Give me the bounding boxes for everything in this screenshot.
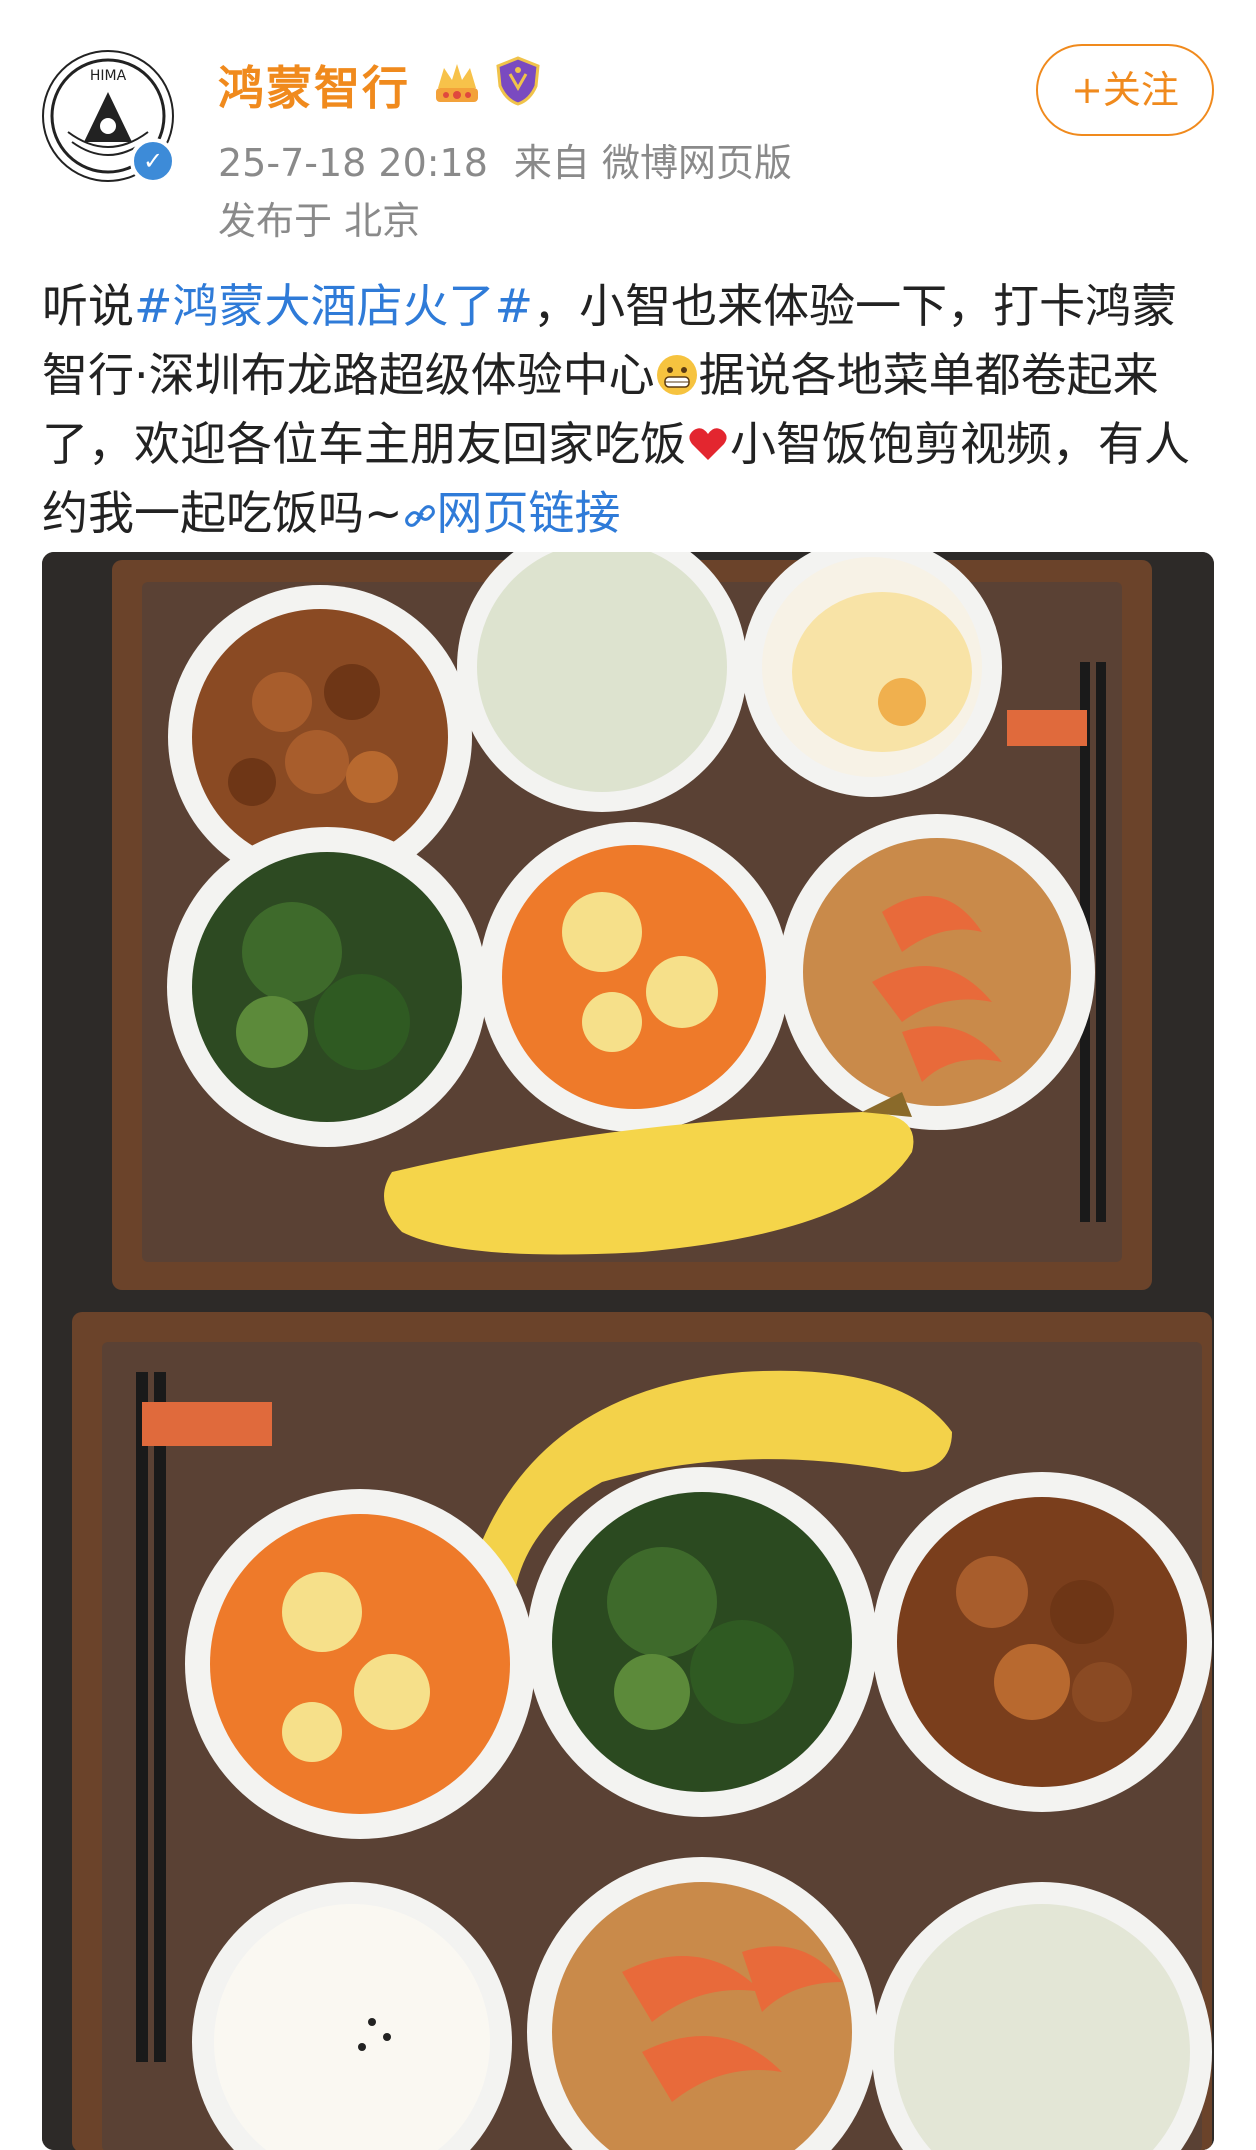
crown-badge-icon[interactable]	[432, 58, 482, 106]
grin-emoji-icon	[656, 355, 697, 395]
topic-link[interactable]: #鸿蒙大酒店火了#	[134, 279, 533, 333]
food-trays-photo	[42, 552, 1214, 2150]
verified-check-icon: ✓	[130, 138, 176, 184]
post-body: 听说#鸿蒙大酒店火了#，小智也来体验一下，打卡鸿蒙智行·深圳布龙路超级体验中心据…	[42, 272, 1222, 548]
post-timestamp: 25-7-18 20:18	[218, 141, 488, 185]
post-location: 发布于 北京	[218, 199, 421, 243]
web-link[interactable]: 网页链接	[403, 486, 621, 540]
post-text-1: 听说	[42, 279, 134, 333]
avatar-logo-text: HIMA	[90, 68, 127, 84]
web-link-label: 网页链接	[436, 486, 621, 540]
shield-badge-icon[interactable]	[494, 56, 542, 106]
post-header: HIMA ✓ 鸿蒙智行 25-7-18 20:18 来自 微博网页版 发布于 北京…	[0, 0, 1256, 260]
author-name[interactable]: 鸿蒙智行	[218, 52, 410, 118]
post-source: 来自 微博网页版	[513, 141, 792, 185]
link-icon	[404, 505, 435, 527]
post-photo[interactable]	[42, 552, 1214, 2150]
follow-button[interactable]: +关注	[1036, 44, 1214, 136]
red-heart-icon	[689, 428, 727, 460]
post-meta: 25-7-18 20:18 来自 微博网页版	[218, 132, 792, 187]
